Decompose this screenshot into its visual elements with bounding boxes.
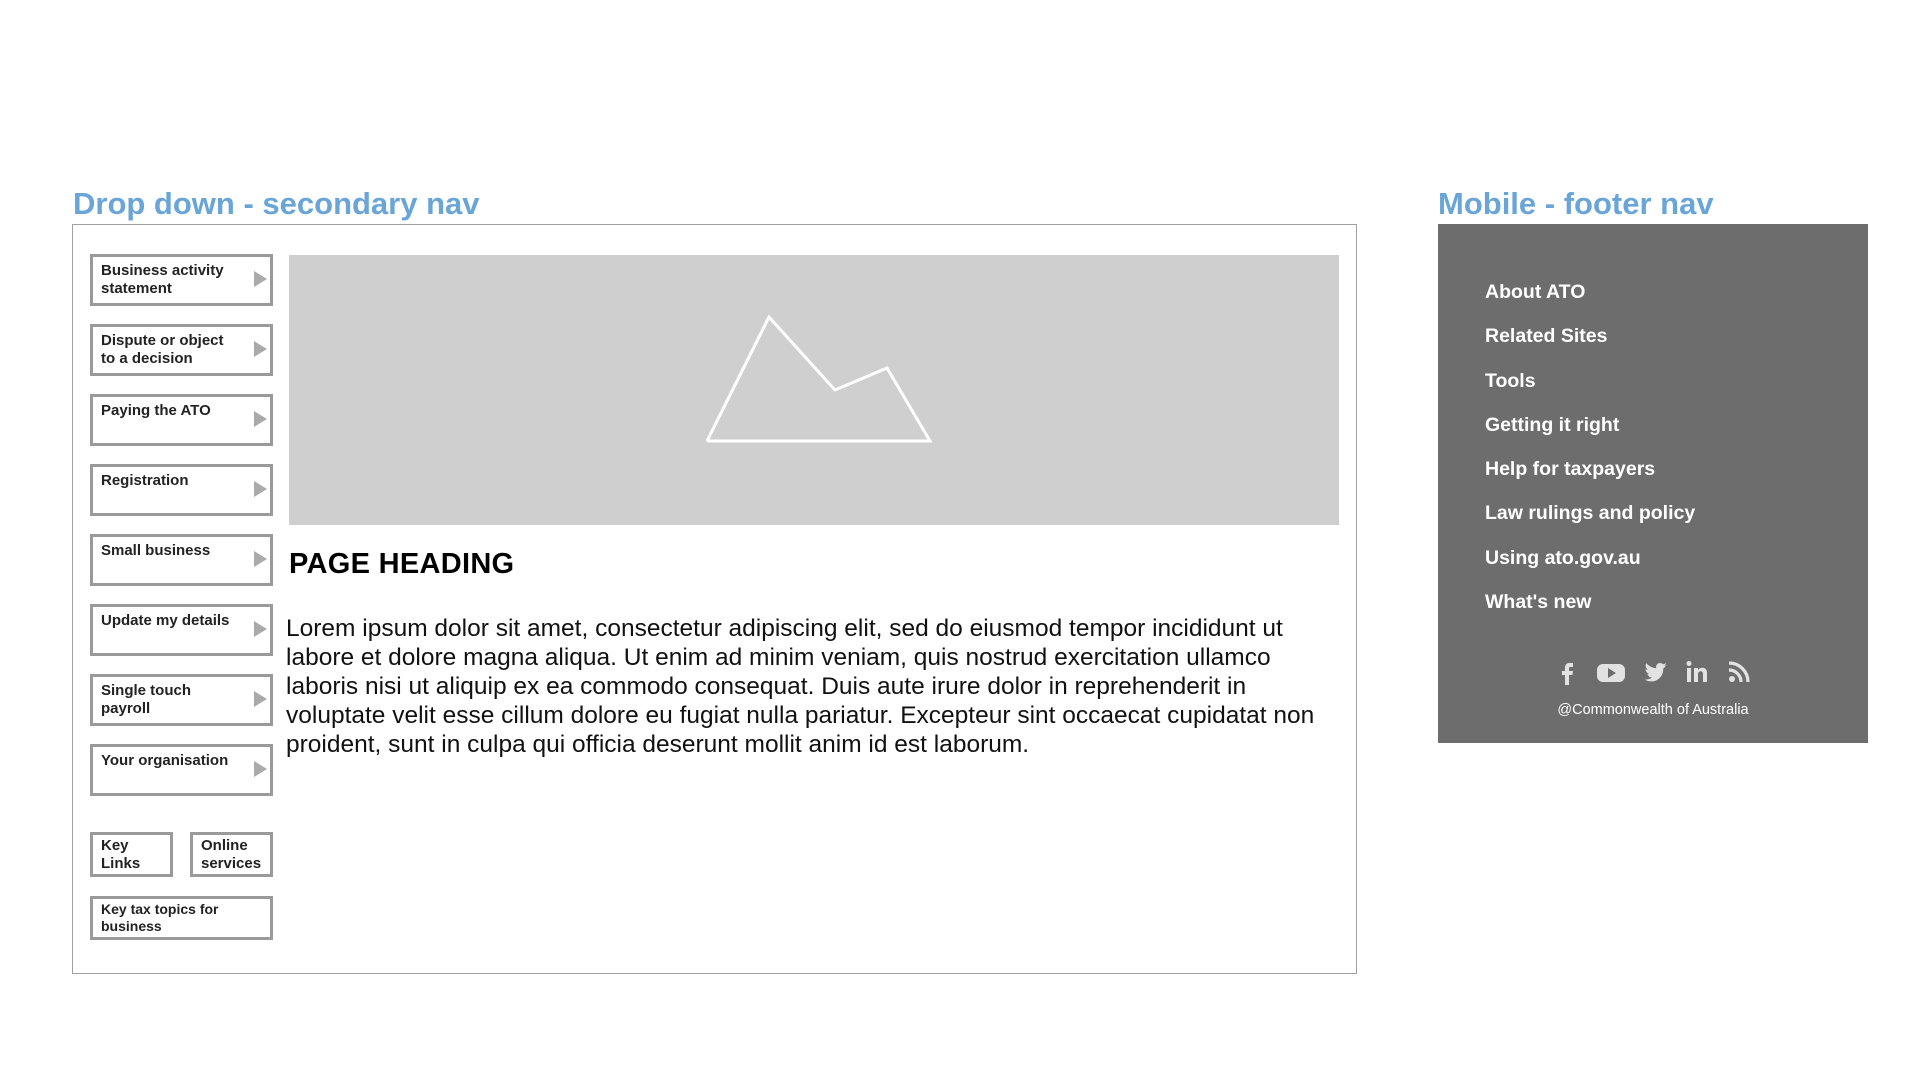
footer-link-using-ato[interactable]: Using ato.gov.au <box>1485 546 1695 590</box>
rss-icon[interactable] <box>1725 658 1753 686</box>
nav-item-registration[interactable]: Registration <box>90 464 273 516</box>
arrow-right-icon <box>254 271 267 287</box>
arrow-right-icon <box>254 761 267 777</box>
key-links-button[interactable]: Key Links <box>90 832 173 877</box>
footer-link-about-ato[interactable]: About ATO <box>1485 280 1695 324</box>
arrow-right-icon <box>254 341 267 357</box>
nav-item-label: Small business <box>101 542 211 559</box>
nav-item-dispute-or-object[interactable]: Dispute or object to a decision <box>90 324 273 376</box>
footer-link-whats-new[interactable]: What's new <box>1485 590 1695 634</box>
nav-item-label: Business activity statement <box>101 262 224 297</box>
section-title-footer-nav: Mobile - footer nav <box>1438 186 1714 221</box>
image-placeholder-icon <box>705 314 933 443</box>
nav-item-update-my-details[interactable]: Update my details <box>90 604 273 656</box>
arrow-right-icon <box>254 481 267 497</box>
arrow-right-icon <box>254 411 267 427</box>
copyright-text: @Commonwealth of Australia <box>1557 702 1749 718</box>
nav-item-label: Update my details <box>101 612 230 629</box>
footer-link-law-rulings[interactable]: Law rulings and policy <box>1485 501 1695 545</box>
nav-item-business-activity-statement[interactable]: Business activity statement <box>90 254 273 306</box>
online-services-label: Online services <box>201 837 262 872</box>
page-heading: PAGE HEADING <box>289 548 515 580</box>
footer-link-related-sites[interactable]: Related Sites <box>1485 324 1695 368</box>
nav-item-single-touch-payroll[interactable]: Single touch payroll <box>90 674 273 726</box>
footer-link-getting-it-right[interactable]: Getting it right <box>1485 413 1695 457</box>
nav-item-your-organisation[interactable]: Your organisation <box>90 744 273 796</box>
arrow-right-icon <box>254 621 267 637</box>
key-tax-topics-button[interactable]: Key tax topics for business <box>90 896 273 940</box>
key-links-label: Key Links <box>101 837 141 872</box>
hero-image-placeholder <box>289 255 1339 525</box>
nav-item-label: Paying the ATO <box>101 402 211 419</box>
nav-item-label: Dispute or object to a decision <box>101 332 224 367</box>
online-services-button[interactable]: Online services <box>190 832 273 877</box>
body-paragraph: Lorem ipsum dolor sit amet, consectetur … <box>286 615 1315 758</box>
key-tax-topics-label: Key tax topics for business <box>101 901 219 934</box>
nav-item-label: Registration <box>101 472 189 489</box>
linkedin-icon[interactable] <box>1683 658 1711 686</box>
nav-item-paying-the-ato[interactable]: Paying the ATO <box>90 394 273 446</box>
social-icons <box>1438 658 1868 686</box>
mobile-footer-nav: About ATO Related Sites Tools Getting it… <box>1438 224 1868 743</box>
youtube-icon[interactable] <box>1595 658 1627 686</box>
nav-item-label: Single touch payroll <box>101 682 191 717</box>
nav-item-label: Your organisation <box>101 752 229 769</box>
arrow-right-icon <box>254 551 267 567</box>
arrow-right-icon <box>254 691 267 707</box>
footer-link-tools[interactable]: Tools <box>1485 369 1695 413</box>
facebook-icon[interactable] <box>1553 658 1581 686</box>
section-title-secondary-nav: Drop down - secondary nav <box>73 186 480 221</box>
nav-item-small-business[interactable]: Small business <box>90 534 273 586</box>
footer-links: About ATO Related Sites Tools Getting it… <box>1485 280 1695 634</box>
footer-link-help-for-taxpayers[interactable]: Help for taxpayers <box>1485 457 1695 501</box>
twitter-icon[interactable] <box>1641 658 1669 686</box>
